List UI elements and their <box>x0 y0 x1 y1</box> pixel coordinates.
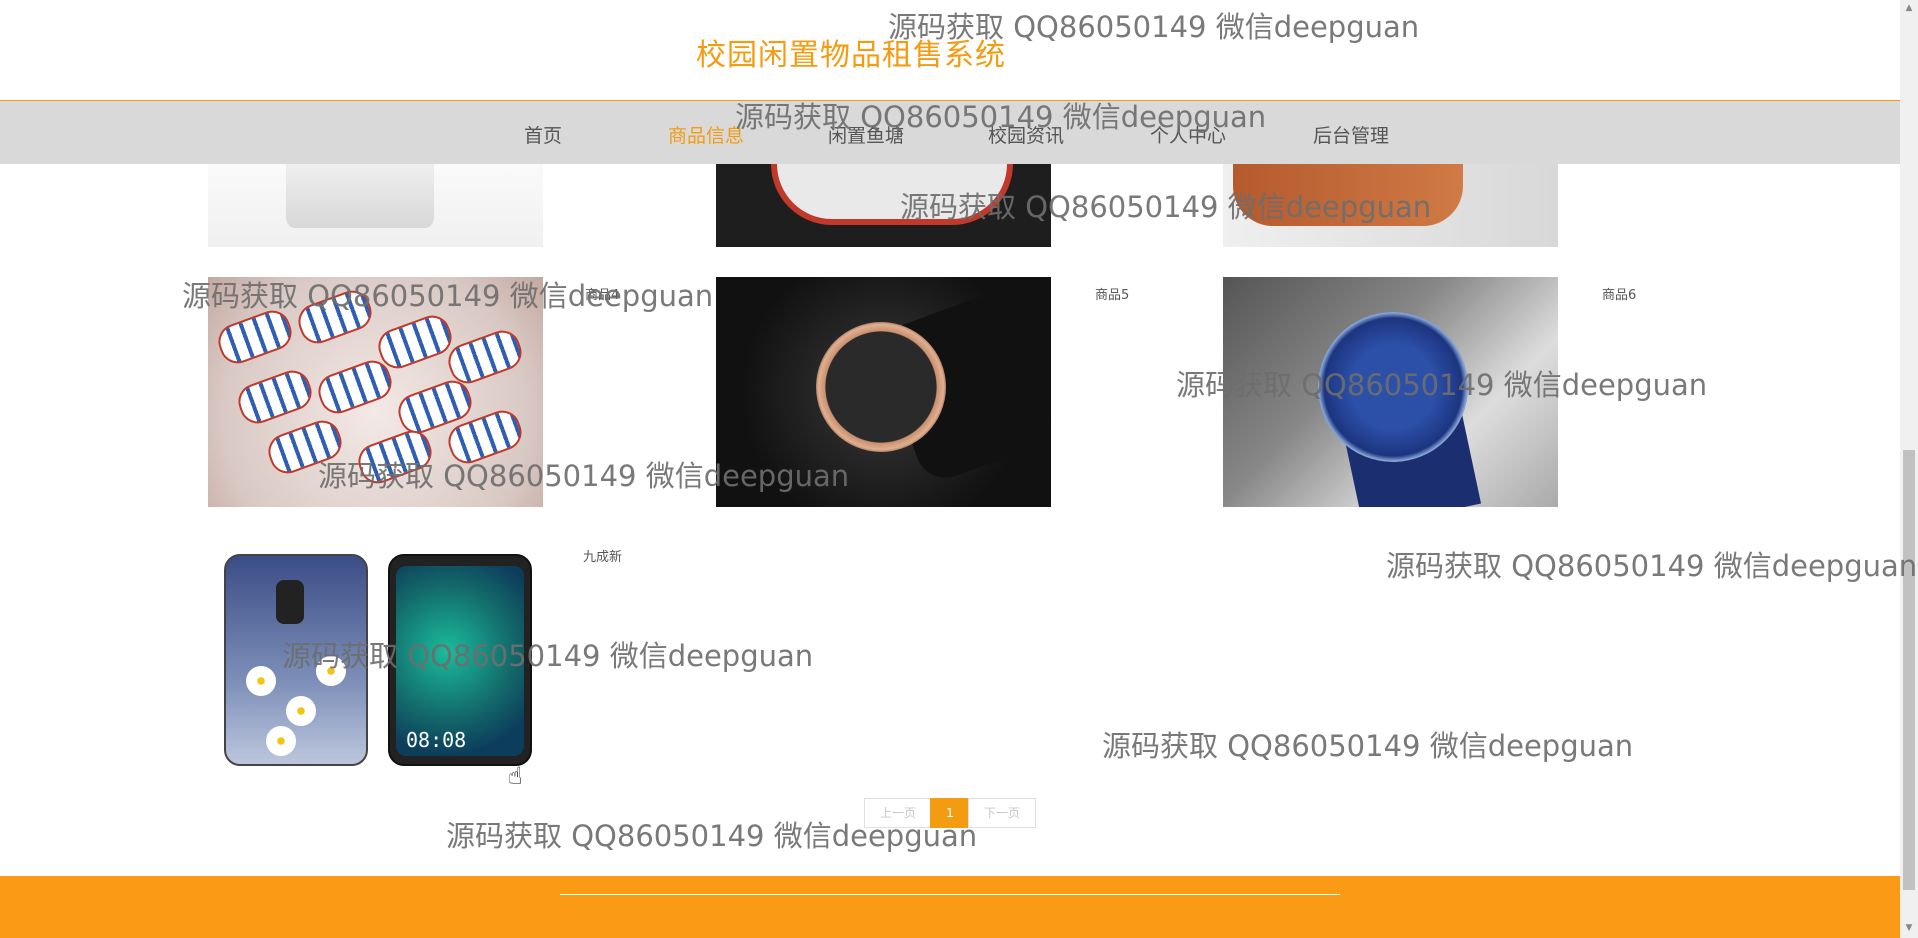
bag-icon <box>286 164 434 228</box>
candy-icon <box>263 415 347 479</box>
scroll-up-icon[interactable]: ▲ <box>1900 0 1918 16</box>
product-label-7[interactable]: 九成新 <box>583 546 622 565</box>
page-1-button[interactable]: 1 <box>930 798 970 828</box>
watch-icon <box>1318 312 1468 462</box>
purse-icon <box>1233 164 1463 226</box>
prev-page-button[interactable]: 上一页 <box>864 798 932 828</box>
shoe-icon <box>771 164 1013 225</box>
nav-item-profile[interactable]: 个人中心 <box>1150 121 1226 148</box>
flower-icon <box>316 656 346 686</box>
watch-icon <box>816 322 946 452</box>
site-title: 校园闲置物品租售系统 <box>696 38 1006 73</box>
footer-divider <box>560 894 1340 895</box>
product-image-7[interactable]: 08:08 <box>208 548 543 770</box>
product-image-3[interactable] <box>1223 164 1558 247</box>
candy-icon <box>233 365 317 429</box>
candy-icon <box>373 310 457 374</box>
candy-icon <box>443 325 527 389</box>
candy-icon <box>213 305 297 369</box>
next-page-button[interactable]: 下一页 <box>968 798 1036 828</box>
product-image-4[interactable] <box>208 277 543 507</box>
phone-icon: 08:08 <box>388 554 532 766</box>
product-label-5[interactable]: 商品5 <box>1095 284 1129 303</box>
nav-item-fishpond[interactable]: 闲置鱼塘 <box>828 121 904 148</box>
phone-icon <box>224 554 368 766</box>
nav-item-admin[interactable]: 后台管理 <box>1313 121 1389 148</box>
phone-screen: 08:08 <box>396 566 524 756</box>
page-scrollbar[interactable]: ▲ ▼ <box>1900 0 1918 938</box>
phone-time: 08:08 <box>406 728 467 752</box>
camera-icon <box>276 580 304 624</box>
product-label-4[interactable]: 商品4 <box>585 284 619 303</box>
watermark: 源码获取 QQ86050149 微信deepguan <box>1102 729 1634 763</box>
nav-item-home[interactable]: 首页 <box>524 121 562 148</box>
product-label-6[interactable]: 商品6 <box>1602 284 1636 303</box>
candy-icon <box>353 425 437 489</box>
candy-icon <box>293 285 377 349</box>
hand-cursor-icon: ☝ <box>508 762 523 790</box>
candy-icon <box>313 355 397 419</box>
product-image-2[interactable] <box>716 164 1051 247</box>
product-image-1[interactable] <box>208 164 543 247</box>
flower-icon <box>266 726 296 756</box>
main-nav: 首页 商品信息 闲置鱼塘 校园资讯 个人中心 后台管理 <box>0 101 1900 164</box>
nav-item-news[interactable]: 校园资讯 <box>988 121 1064 148</box>
nav-item-products[interactable]: 商品信息 <box>668 121 744 148</box>
scroll-down-icon[interactable]: ▼ <box>1900 920 1918 936</box>
site-footer <box>0 876 1900 938</box>
flower-icon <box>286 696 316 726</box>
flower-icon <box>246 666 276 696</box>
scroll-thumb[interactable] <box>1903 450 1915 890</box>
product-image-6[interactable] <box>1223 277 1558 507</box>
product-image-5[interactable] <box>716 277 1051 507</box>
site-header: 校园闲置物品租售系统 <box>0 0 1900 102</box>
watermark: 源码获取 QQ86050149 微信deepguan <box>1386 549 1918 583</box>
